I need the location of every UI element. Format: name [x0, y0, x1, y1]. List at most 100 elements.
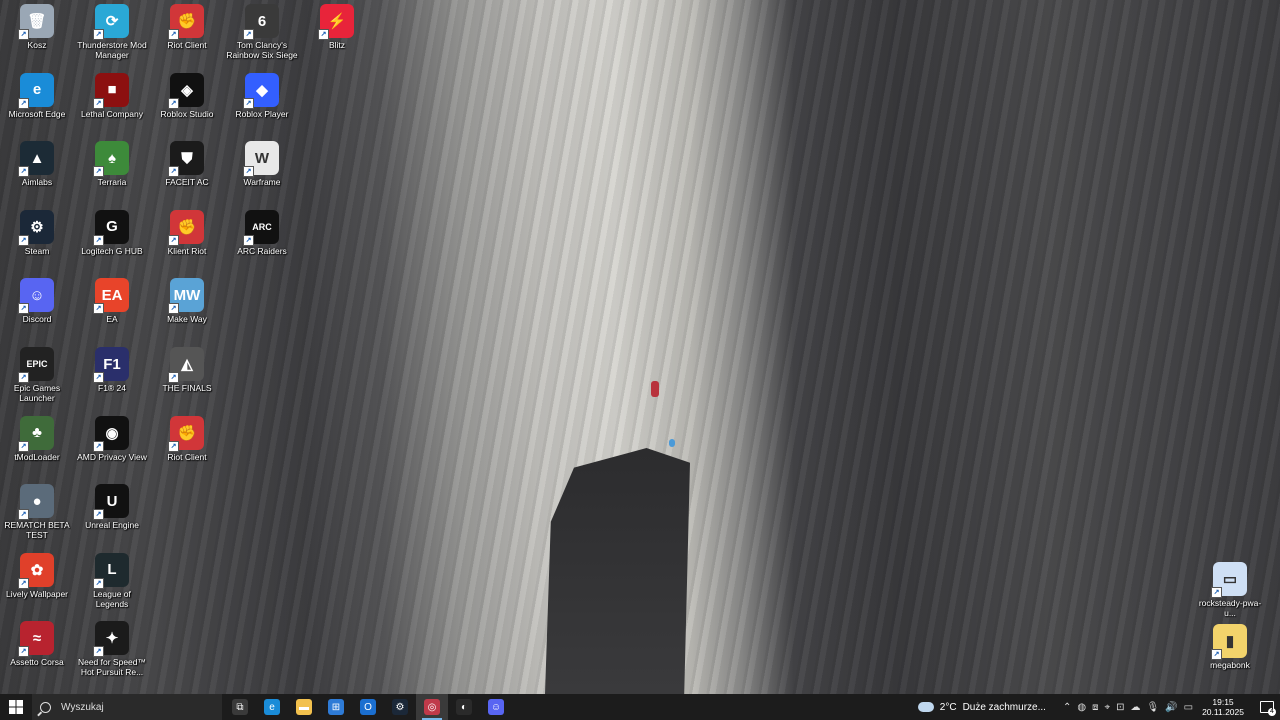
wallpaper-rock: [545, 448, 690, 694]
microphone-icon[interactable]: 🎙: [1146, 702, 1159, 713]
desktop-shortcut-label: Lethal Company: [81, 108, 143, 119]
taskbar-app-button[interactable]: ⚙: [384, 694, 416, 720]
taskbar: Wyszukaj ⧉ e ▬ ⊞ O ⚙ ◎ ◐ ☺ 2°C Duże zachmurze...…: [0, 694, 1280, 720]
desktop-shortcut[interactable]: ✊ ↗ Klient Riot: [151, 209, 223, 256]
shortcut-arrow-icon: ↗: [168, 166, 179, 178]
desktop-shortcut[interactable]: EPIC ↗ Epic Games Launcher: [1, 347, 73, 403]
shortcut-arrow-icon: ↗: [93, 440, 104, 452]
desktop-shortcut[interactable]: ARC ↗ ARC Raiders: [226, 209, 298, 256]
desktop-shortcut[interactable]: W ↗ Warframe: [226, 141, 298, 187]
start-button[interactable]: [0, 694, 32, 720]
desktop-shortcut[interactable]: F1 ↗ F1® 24: [76, 347, 148, 393]
make-way-icon: MW ↗: [168, 278, 204, 315]
tmodloader-icon: ♣ ↗: [18, 415, 54, 452]
desktop-shortcut-label: Riot Client: [167, 451, 207, 462]
desktop-shortcut[interactable]: U ↗ Unreal Engine: [76, 484, 148, 530]
network-icon[interactable]: ⊡: [1116, 702, 1124, 713]
taskbar-app-button[interactable]: ⧉: [224, 694, 256, 720]
desktop-shortcut[interactable]: ✦ ↗ Need for Speed™ Hot Pursuit Re...: [76, 621, 148, 677]
desktop-shortcut[interactable]: ≈ ↗ Assetto Corsa: [1, 621, 73, 667]
shortcut-arrow-icon: ↗: [18, 97, 29, 109]
desktop-shortcut[interactable]: ✿ ↗ Lively Wallpaper: [1, 552, 73, 599]
shortcut-arrow-icon: ↗: [93, 29, 104, 40]
desktop-shortcut[interactable]: ◆ ↗ Roblox Player: [226, 72, 298, 119]
recycle-bin-icon: 🗑 ↗: [18, 4, 54, 40]
tray-app-icon[interactable]: ⌖: [1104, 702, 1110, 713]
edge-taskbar-icon: e: [264, 699, 280, 715]
shortcut-arrow-icon: ↗: [93, 97, 104, 109]
shortcut-arrow-icon: ↗: [93, 166, 104, 178]
desktop-shortcut[interactable]: ✊ ↗ Riot Client: [151, 415, 223, 462]
shortcut-arrow-icon: ↗: [243, 29, 254, 40]
discord-taskbar-icon: ☺: [488, 699, 504, 715]
task-view-icon: ⧉: [232, 699, 248, 715]
taskbar-app-button[interactable]: e: [256, 694, 288, 720]
desktop-shortcut[interactable]: ◈ ↗ Roblox Studio: [151, 72, 223, 119]
desktop-shortcut[interactable]: e ↗ Microsoft Edge: [1, 72, 73, 119]
taskbar-app-button[interactable]: ◐: [448, 694, 480, 720]
desktop-shortcut-label: Assetto Corsa: [10, 657, 64, 668]
clock[interactable]: 19:15 20.11.2025: [1202, 697, 1244, 717]
desktop-shortcut[interactable]: G ↗ Logitech G HUB: [76, 209, 148, 256]
desktop-shortcut[interactable]: EA ↗ EA: [76, 278, 148, 324]
desktop-shortcut[interactable]: ▲ ↗ Aimlabs: [1, 141, 73, 187]
taskbar-app-button[interactable]: ⊞: [320, 694, 352, 720]
desktop-shortcut[interactable]: ■ ↗ Lethal Company: [76, 72, 148, 119]
desktop-shortcut[interactable]: ♣ ↗ tModLoader: [1, 415, 73, 462]
desktop-shortcut[interactable]: ⟳ ↗ Thunderstore Mod Manager: [76, 4, 148, 60]
volume-icon[interactable]: 🔊: [1165, 702, 1177, 713]
weather-temperature: 2°C: [939, 701, 957, 713]
desktop-shortcut-label: ARC Raiders: [237, 245, 287, 256]
shortcut-arrow-icon: ↗: [93, 303, 104, 315]
desktop-shortcut[interactable]: ▭ ↗ rocksteady-pwa-u...: [1194, 562, 1266, 618]
desktop-shortcut[interactable]: ▮ ↗ megabonk: [1194, 624, 1266, 670]
epic-games-icon: EPIC ↗: [18, 347, 54, 383]
f1-24-icon: F1 ↗: [93, 347, 129, 383]
desktop-shortcut-label: Blitz: [328, 40, 346, 50]
desktop-shortcut[interactable]: ♠ ↗ Terraria: [76, 141, 148, 187]
desktop-shortcut[interactable]: L ↗ League of Legends: [76, 552, 148, 609]
taskbar-app-button[interactable]: O: [352, 694, 384, 720]
shortcut-arrow-icon: ↗: [93, 646, 104, 658]
taskbar-app-button[interactable]: ▬: [288, 694, 320, 720]
weather-description: Duże zachmurze...: [962, 701, 1046, 713]
desktop-shortcut[interactable]: ⚙ ↗ Steam: [1, 209, 73, 256]
file-explorer-icon: ▬: [296, 699, 312, 715]
shortcut-arrow-icon: ↗: [168, 440, 179, 452]
display-icon[interactable]: ▭: [1184, 702, 1193, 713]
edge-icon: e ↗: [18, 72, 54, 109]
desktop-shortcut-label: Aimlabs: [21, 177, 53, 188]
tray-app-icon[interactable]: ⧈: [1092, 702, 1098, 713]
shortcut-arrow-icon: ↗: [18, 509, 29, 521]
show-hidden-icons-chevron-icon[interactable]: ⌃: [1063, 702, 1071, 713]
desktop-shortcut[interactable]: ✊ ↗ Riot Client: [151, 4, 223, 50]
outlook-icon: O: [360, 699, 376, 715]
desktop-shortcut[interactable]: MW ↗ Make Way: [151, 278, 223, 324]
desktop-shortcut-label: AMD Privacy View: [77, 451, 147, 462]
tray-app-icon[interactable]: ◍: [1077, 702, 1086, 713]
roblox-player-icon: ◆ ↗: [243, 72, 279, 109]
desktop-shortcut[interactable]: ⛊ ↗ FACEIT AC: [151, 141, 223, 187]
desktop-shortcut[interactable]: ☺ ↗ Discord: [1, 278, 73, 324]
desktop-shortcut[interactable]: 🗑 ↗ Kosz: [1, 4, 73, 50]
desktop-shortcut[interactable]: ⚡ ↗ Blitz: [301, 4, 373, 50]
steam-icon: ⚙ ↗: [18, 209, 54, 246]
weather-widget[interactable]: 2°C Duże zachmurze...: [914, 698, 1046, 713]
shortcut-arrow-icon: ↗: [168, 234, 179, 246]
desktop-shortcut[interactable]: ◭ ↗ THE FINALS: [151, 347, 223, 393]
taskbar-app-button[interactable]: ◎: [416, 694, 448, 720]
taskbar-app-button[interactable]: ☺: [480, 694, 512, 720]
aimlabs-icon: ▲ ↗: [18, 141, 54, 178]
desktop-shortcut[interactable]: ● ↗ REMATCH BETA TEST: [1, 484, 73, 540]
shortcut-arrow-icon: ↗: [243, 234, 254, 246]
desktop-shortcut-label: Lively Wallpaper: [5, 588, 69, 599]
desktop-shortcut[interactable]: 6 ↗ Tom Clancy's Rainbow Six Siege: [226, 4, 298, 60]
desktop-shortcut-label: REMATCH BETA TEST: [4, 520, 70, 541]
onedrive-icon[interactable]: ☁: [1130, 702, 1140, 713]
notification-center-button[interactable]: 4: [1254, 694, 1280, 720]
desktop-shortcut-label: THE FINALS: [162, 383, 212, 393]
desktop-shortcut-label: League of Legends: [93, 588, 131, 609]
desktop-shortcut[interactable]: ◉ ↗ AMD Privacy View: [76, 415, 148, 462]
taskbar-search-box[interactable]: Wyszukaj: [32, 694, 222, 720]
desktop-shortcut-label: EA: [106, 314, 118, 325]
